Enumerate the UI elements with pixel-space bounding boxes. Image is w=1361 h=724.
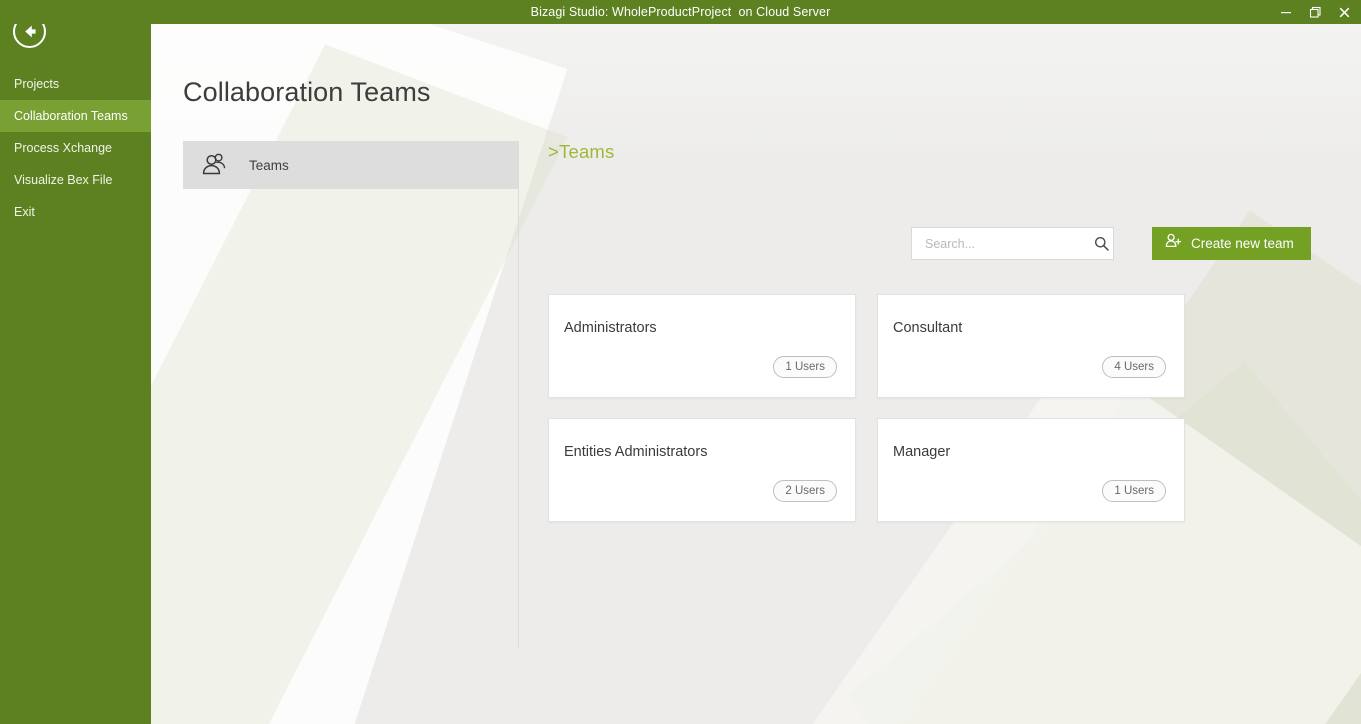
maximize-button[interactable]	[1300, 0, 1330, 24]
add-user-icon	[1165, 233, 1182, 254]
sidebar-item-label: Collaboration Teams	[14, 109, 128, 123]
toolbar: Create new team	[548, 227, 1338, 263]
search-icon[interactable]	[1094, 236, 1121, 251]
minimize-icon	[1281, 12, 1291, 14]
left-nav-panel: Teams	[183, 141, 519, 189]
panel-divider	[518, 141, 519, 649]
sidebar-item-projects[interactable]: Projects	[0, 68, 151, 100]
team-card[interactable]: Entities Administrators 2 Users	[548, 418, 856, 522]
minimize-button[interactable]	[1271, 0, 1301, 24]
team-card[interactable]: Consultant 4 Users	[877, 294, 1185, 398]
panel-item-teams[interactable]: Teams	[183, 141, 519, 189]
sidebar-item-label: Projects	[14, 77, 60, 91]
team-name: Administrators	[564, 320, 657, 336]
team-name: Consultant	[893, 320, 963, 336]
sidebar-item-label: Process Xchange	[14, 141, 112, 155]
search-box[interactable]	[911, 227, 1114, 260]
main-panel: >Teams Cre	[548, 141, 1338, 522]
search-input[interactable]	[912, 236, 1094, 251]
back-arrow-icon	[25, 25, 36, 38]
sidebar-item-visualize-bex-file[interactable]: Visualize Bex File	[0, 164, 151, 196]
panel-item-label: Teams	[249, 157, 289, 173]
sidebar-item-label: Visualize Bex File	[14, 173, 113, 187]
sidebar-item-collaboration-teams[interactable]: Collaboration Teams	[0, 100, 151, 132]
team-card[interactable]: Administrators 1 Users	[548, 294, 856, 398]
left-sidebar: Projects Collaboration Teams Process Xch…	[0, 0, 151, 724]
team-name: Manager	[893, 444, 951, 460]
team-grid: Administrators 1 Users Consultant 4 User…	[548, 294, 1338, 522]
background-watermark-shape	[151, 24, 568, 724]
create-new-team-button[interactable]: Create new team	[1152, 227, 1311, 260]
team-user-count-badge: 4 Users	[1102, 356, 1166, 378]
team-user-count-badge: 1 Users	[773, 356, 837, 378]
users-group-icon	[201, 153, 228, 177]
sidebar-item-exit[interactable]: Exit	[0, 196, 151, 228]
create-new-team-label: Create new team	[1191, 236, 1294, 251]
page-title: Collaboration Teams	[183, 77, 431, 107]
team-user-count-badge: 2 Users	[773, 480, 837, 502]
restore-icon	[1309, 6, 1321, 18]
team-card[interactable]: Manager 1 Users	[877, 418, 1185, 522]
sidebar-item-label: Exit	[14, 205, 35, 219]
sidebar-item-process-xchange[interactable]: Process Xchange	[0, 132, 151, 164]
window-title: Bizagi Studio: WholeProductProject on Cl…	[530, 5, 831, 19]
breadcrumb[interactable]: >Teams	[548, 141, 1338, 181]
team-name: Entities Administrators	[564, 444, 708, 460]
close-button[interactable]	[1329, 0, 1359, 24]
close-icon	[1339, 7, 1349, 17]
window-title-bar: Bizagi Studio: WholeProductProject on Cl…	[0, 0, 1361, 24]
team-user-count-badge: 1 Users	[1102, 480, 1166, 502]
sidebar-nav: Projects Collaboration Teams Process Xch…	[0, 68, 151, 228]
content-area: Collaboration Teams Teams >Teams Search.…	[151, 24, 1361, 724]
